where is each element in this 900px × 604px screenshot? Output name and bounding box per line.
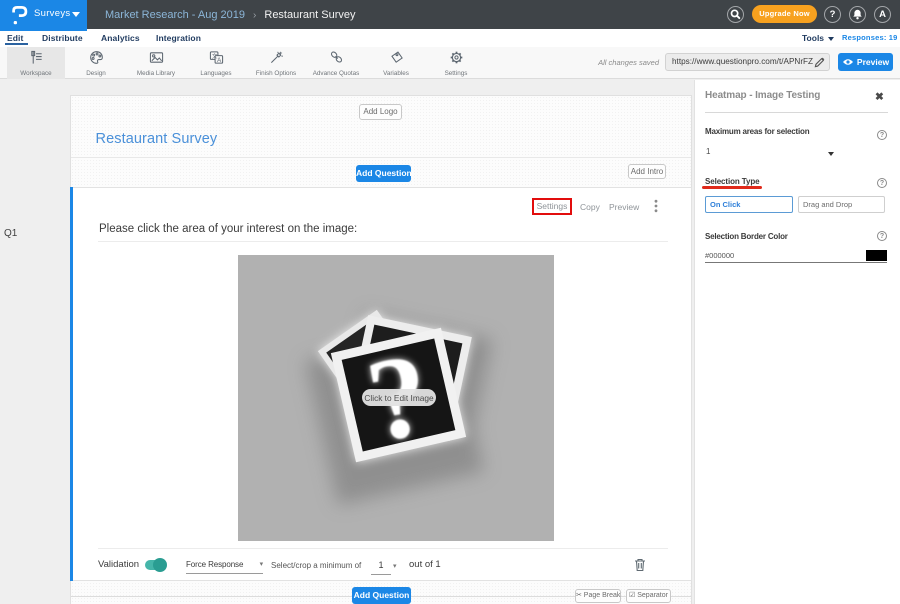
svg-text:Click to Edit Image: Click to Edit Image [364, 393, 434, 403]
